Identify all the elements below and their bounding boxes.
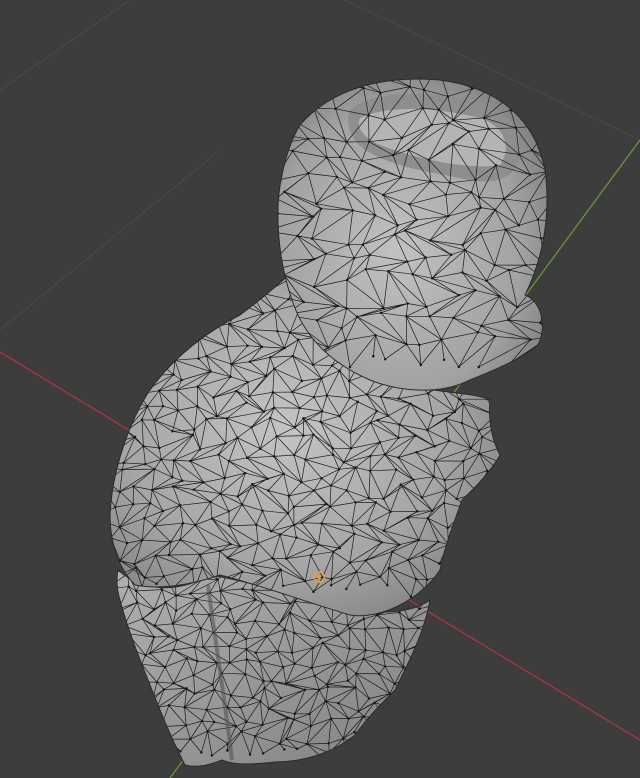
3d-viewport[interactable] bbox=[0, 0, 640, 778]
viewport-canvas[interactable] bbox=[0, 0, 640, 778]
